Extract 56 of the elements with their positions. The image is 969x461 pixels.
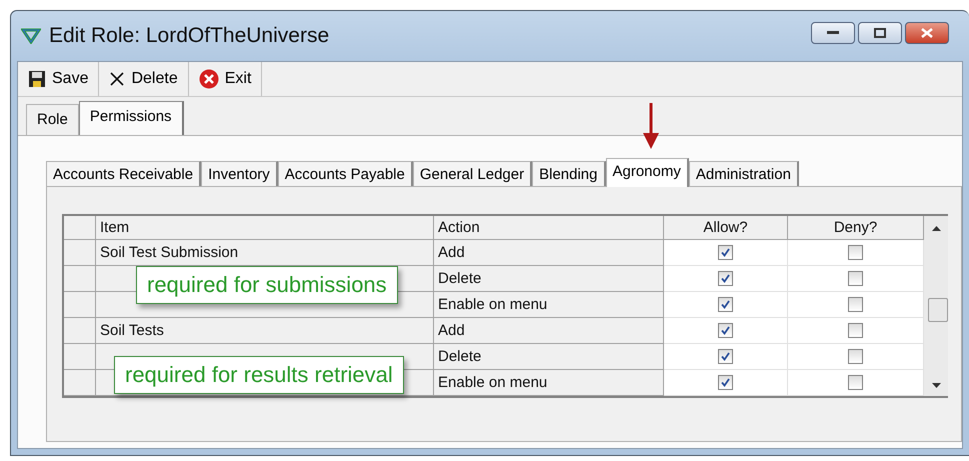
checkbox[interactable] bbox=[718, 349, 733, 364]
exit-button[interactable]: Exit bbox=[188, 62, 262, 96]
row-header-cell[interactable] bbox=[64, 318, 96, 344]
callout-note: required for results retrieval bbox=[114, 356, 404, 394]
x-mark-icon bbox=[109, 71, 126, 87]
checkbox[interactable] bbox=[848, 375, 863, 390]
callout-note: required for submissions bbox=[136, 266, 398, 304]
maximize-button[interactable] bbox=[858, 22, 902, 44]
tab[interactable]: Accounts Receivable bbox=[46, 161, 202, 186]
column-header[interactable]: Action bbox=[434, 216, 664, 240]
tab[interactable]: General Ledger bbox=[412, 161, 532, 186]
checkbox[interactable] bbox=[848, 297, 863, 312]
checkbox[interactable] bbox=[718, 297, 733, 312]
scroll-thumb[interactable] bbox=[928, 298, 948, 322]
row-header-cell[interactable] bbox=[64, 266, 96, 292]
minimize-button[interactable] bbox=[811, 22, 855, 44]
table-cell: Enable on menu bbox=[434, 370, 664, 396]
window-title: Edit Role: LordOfTheUniverse bbox=[49, 24, 330, 48]
checkbox[interactable] bbox=[718, 323, 733, 338]
save-button[interactable]: Save bbox=[18, 62, 100, 96]
close-icon bbox=[921, 28, 933, 38]
checkbox[interactable] bbox=[718, 245, 733, 260]
close-button[interactable] bbox=[905, 22, 949, 44]
checkbox[interactable] bbox=[848, 245, 863, 260]
tab[interactable]: Blending bbox=[532, 161, 606, 186]
checkbox[interactable] bbox=[848, 323, 863, 338]
row-header-cell[interactable] bbox=[64, 344, 96, 370]
table-cell: Enable on menu bbox=[434, 292, 664, 318]
arrow-icon bbox=[642, 103, 658, 149]
minimize-icon bbox=[827, 31, 839, 35]
row-header-cell bbox=[64, 216, 96, 240]
row-header-cell[interactable] bbox=[64, 292, 96, 318]
table-cell: Add bbox=[434, 240, 664, 266]
delete-button[interactable]: Delete bbox=[99, 62, 189, 96]
table-cell: Soil Tests bbox=[96, 318, 434, 344]
checkbox[interactable] bbox=[718, 375, 733, 390]
tab[interactable]: Accounts Payable bbox=[278, 161, 413, 186]
checkbox[interactable] bbox=[718, 271, 733, 286]
checkbox[interactable] bbox=[848, 271, 863, 286]
tab[interactable]: Inventory bbox=[201, 161, 278, 186]
scroll-down-icon[interactable] bbox=[932, 383, 940, 388]
scrollbar[interactable] bbox=[924, 216, 948, 396]
table-cell: Delete bbox=[434, 266, 664, 292]
row-header-cell[interactable] bbox=[64, 240, 96, 266]
x-circle-icon bbox=[198, 69, 219, 89]
tab[interactable]: Role bbox=[26, 104, 79, 135]
tab[interactable]: Permissions bbox=[78, 101, 184, 136]
row-header-cell[interactable] bbox=[64, 370, 96, 396]
table-cell: Add bbox=[434, 318, 664, 344]
tab[interactable]: Administration bbox=[688, 161, 799, 186]
column-header[interactable]: Item bbox=[96, 216, 434, 240]
triangle-logo-icon bbox=[21, 28, 41, 44]
checkbox[interactable] bbox=[848, 349, 863, 364]
restore-icon bbox=[874, 28, 886, 38]
scroll-up-icon[interactable] bbox=[932, 226, 940, 231]
table-cell: Delete bbox=[434, 344, 664, 370]
